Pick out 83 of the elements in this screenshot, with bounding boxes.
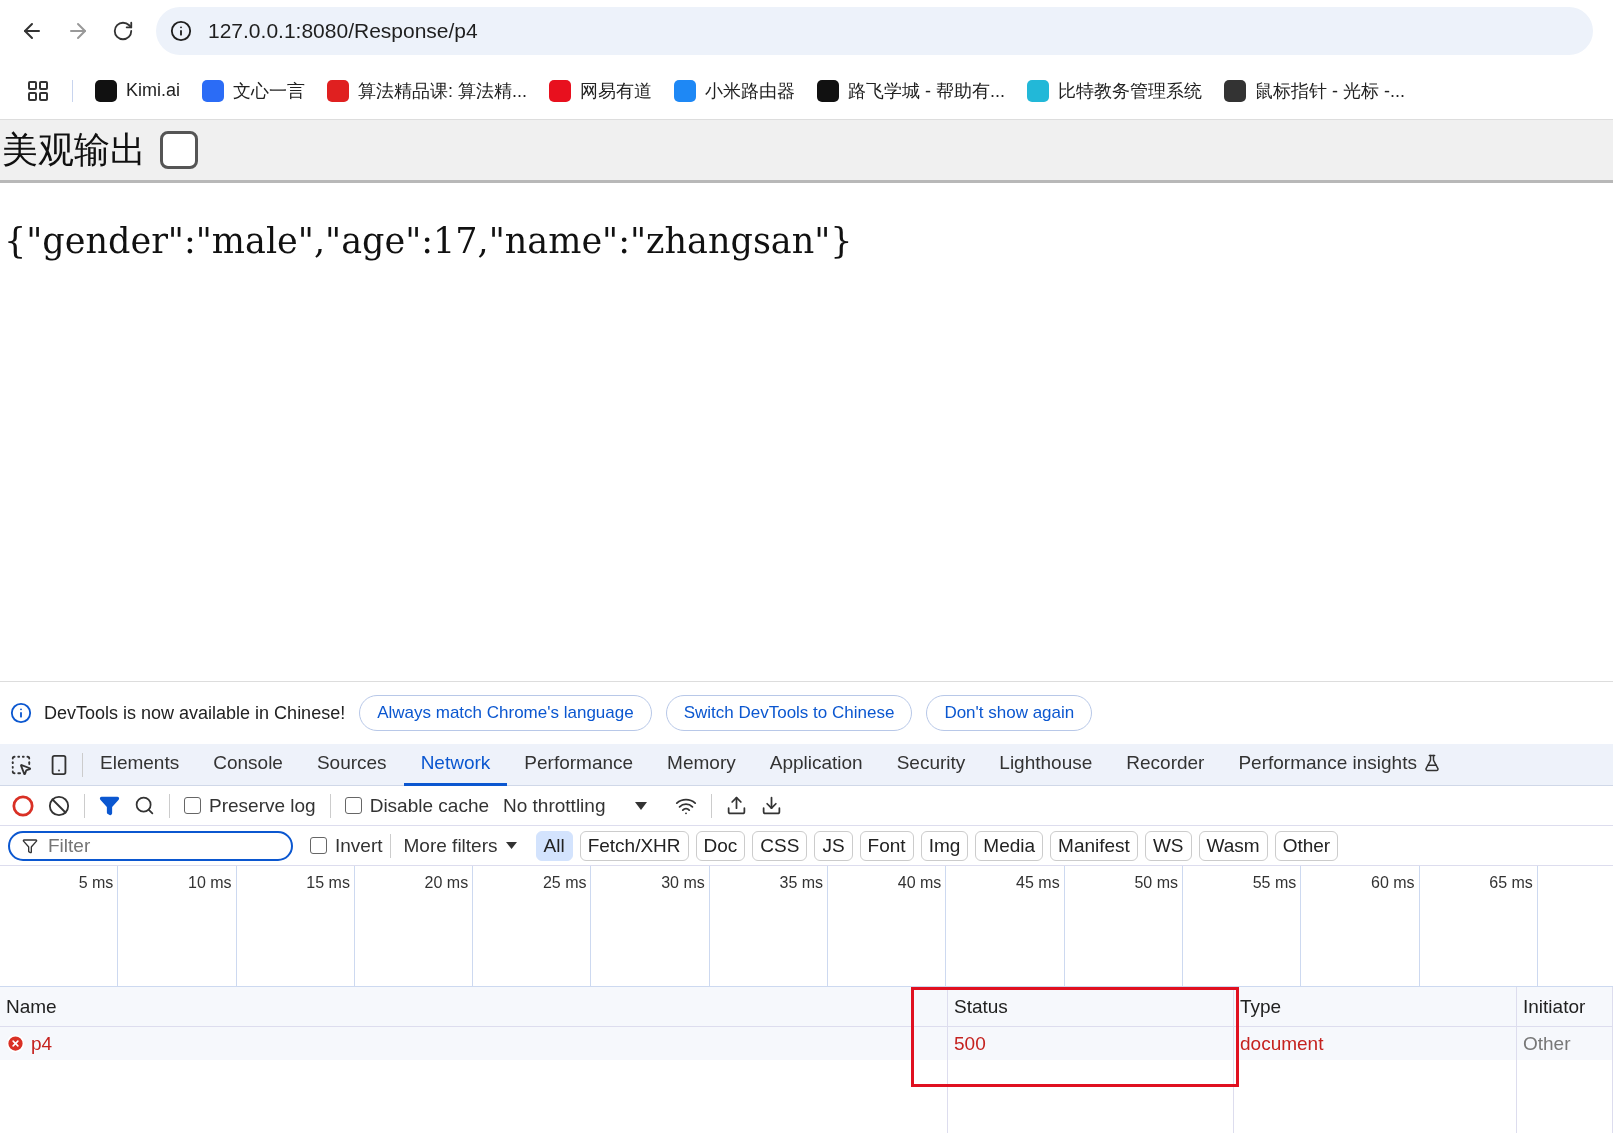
bookmark[interactable]: 算法精品课: 算法精... (327, 78, 528, 103)
timeline-tick-label: 5 ms (78, 874, 114, 891)
inspect-icon[interactable] (10, 753, 32, 776)
timeline-tick-label: 55 ms (1252, 874, 1297, 891)
download-icon[interactable] (761, 795, 783, 816)
filter-field[interactable]: Filter (8, 830, 293, 861)
bookmark[interactable]: 网易有道 (549, 78, 653, 103)
devtools-tab[interactable]: Lighthouse (982, 743, 1110, 786)
reload-icon[interactable] (112, 20, 134, 42)
timeline-tick-label: 15 ms (306, 874, 350, 891)
flask-icon (1422, 754, 1441, 772)
type-filter-chip[interactable]: JS (814, 830, 853, 861)
devtools-tab[interactable]: Application (752, 743, 880, 786)
caret-icon (505, 842, 517, 849)
column-header[interactable]: Name (0, 987, 948, 1027)
disable-cache-checkbox[interactable]: Disable cache (344, 794, 489, 817)
bookmark[interactable]: 比特教务管理系统 (1027, 78, 1203, 103)
type-filter-chip[interactable]: Font (859, 830, 914, 861)
caret-icon (635, 801, 648, 810)
type-filter-chip[interactable]: Doc (695, 830, 746, 861)
bookmark[interactable]: 路飞学城 - 帮助有... (817, 78, 1006, 103)
devtools-tab[interactable]: Security (879, 743, 983, 786)
devtools-tab[interactable]: Console (196, 743, 300, 786)
devtools-tab[interactable]: Performance (507, 743, 651, 786)
type-filter-chip[interactable]: Img (920, 830, 969, 861)
type-filter-chip[interactable]: WS (1144, 830, 1192, 861)
throttling-dropdown[interactable]: No throttling (503, 794, 648, 817)
timeline-tick-label: 30 ms (661, 874, 705, 891)
filter-icon[interactable] (99, 795, 120, 816)
infobar-message: DevTools is now available in Chinese! (44, 702, 346, 724)
type-filter-chip[interactable]: CSS (752, 830, 808, 861)
table-cell: document (1240, 1032, 1324, 1055)
timeline-tick-label: 60 ms (1371, 874, 1415, 891)
timeline-tick-label: 35 ms (779, 874, 824, 891)
info-icon[interactable] (170, 20, 192, 42)
devtools-tab[interactable]: Elements (83, 743, 197, 786)
type-filter-chip[interactable]: Wasm (1198, 830, 1268, 861)
devtools-tab[interactable]: Sources (299, 743, 404, 786)
checkbox[interactable] (160, 131, 198, 169)
infobar-button[interactable]: Don't show again (926, 695, 1093, 731)
type-filter-chip[interactable]: All (535, 830, 573, 861)
pretty-output-label: 美观输出 (2, 127, 146, 172)
devtools-tab[interactable]: Recorder (1109, 743, 1222, 786)
timeline-tick-label: 10 ms (188, 874, 232, 891)
type-filter-chip[interactable]: Other (1274, 830, 1339, 861)
type-filter-chip[interactable]: Fetch/XHR (579, 830, 689, 861)
record-icon[interactable] (12, 794, 34, 817)
info-icon (10, 702, 32, 724)
timeline-tick-label: 65 ms (1489, 874, 1533, 891)
timeline-tick-label: 45 ms (1016, 874, 1060, 891)
url-text: 127.0.0.1:8080/Response/p4 (208, 19, 478, 43)
column-header[interactable]: Status (948, 987, 1234, 1027)
devtools-tab[interactable]: Network (403, 743, 508, 786)
devtools-tab[interactable]: Performance insights (1221, 743, 1458, 786)
type-filter-chip[interactable]: Media (975, 830, 1044, 861)
infobar-button[interactable]: Always match Chrome's language (359, 695, 652, 731)
bookmark[interactable]: 小米路由器 (674, 78, 796, 103)
clear-icon[interactable] (48, 794, 70, 817)
column-header[interactable]: Type (1234, 987, 1517, 1027)
upload-icon[interactable] (726, 795, 748, 816)
type-filter-chip[interactable]: Manifest (1050, 830, 1138, 861)
table-cell: 500 (954, 1032, 986, 1055)
column-header[interactable]: Initiator (1517, 987, 1613, 1027)
apps-grid-icon[interactable] (26, 78, 50, 103)
bookmark[interactable]: 鼠标指针 - 光标 -... (1224, 78, 1406, 103)
error-icon (6, 1034, 25, 1053)
devtools-tab[interactable]: Memory (650, 743, 753, 786)
table-cell[interactable]: p4 (31, 1032, 53, 1055)
json-output: {"gender":"male","age":17,"name":"zhangsan"} (4, 221, 853, 261)
bookmark[interactable]: Kimi.ai (95, 79, 180, 102)
timeline-tick-label: 20 ms (424, 874, 469, 891)
timeline-tick-label: 50 ms (1134, 874, 1178, 891)
filter-icon (22, 837, 38, 854)
infobar-button[interactable]: Switch DevTools to Chinese (665, 695, 913, 731)
preserve-log-checkbox[interactable]: Preserve log (184, 794, 316, 817)
bookmark[interactable]: 文心一言 (202, 78, 305, 103)
timeline-tick-label: 25 ms (542, 874, 587, 891)
more-filters-dropdown[interactable]: More filters (403, 834, 517, 857)
search-icon[interactable] (134, 795, 155, 816)
invert-checkbox[interactable]: Invert (310, 834, 383, 857)
table-cell: Other (1523, 1032, 1571, 1055)
address-bar[interactable]: 127.0.0.1:8080/Response/p4 (156, 7, 1593, 55)
timeline-tick-label: 40 ms (897, 874, 942, 891)
